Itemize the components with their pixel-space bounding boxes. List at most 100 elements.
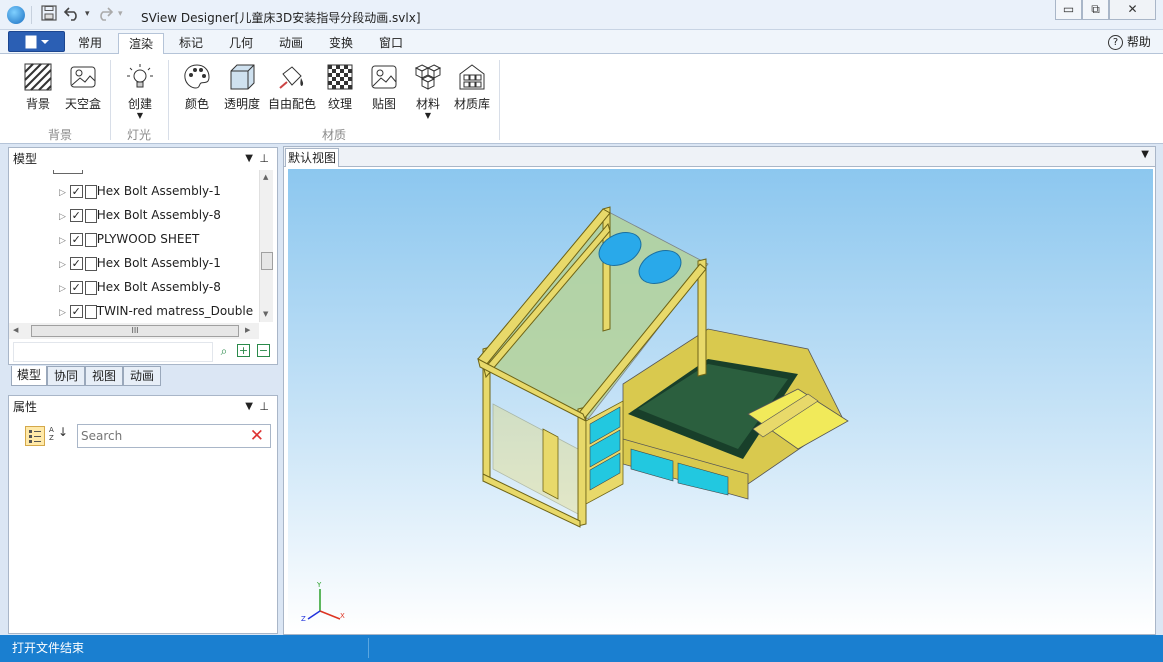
scroll-left-icon[interactable]: ◀ (13, 326, 18, 334)
expand-all-icon[interactable]: + (237, 344, 250, 357)
texture-button[interactable]: 纹理 (322, 62, 358, 112)
decal-button[interactable]: 贴图 (366, 62, 402, 112)
expand-arrow-icon[interactable]: ▷ (59, 284, 66, 294)
redo-icon[interactable] (96, 5, 114, 25)
checkbox[interactable]: ✓ (69, 281, 83, 294)
expand-arrow-icon[interactable]: ▷ (59, 188, 66, 198)
tab-collaboration[interactable]: 协同 (47, 366, 85, 386)
tab-default-view[interactable]: 默认视图 (285, 148, 340, 167)
find-icon[interactable]: ⌕ (217, 344, 231, 358)
tree-filter-input[interactable] (13, 342, 213, 362)
scroll-up-icon[interactable]: ▲ (263, 173, 268, 181)
tree-item-label: Hex Bolt Assembly-8 (96, 208, 221, 222)
axis-label-z: Z (301, 615, 306, 623)
categorized-icon[interactable] (25, 426, 45, 446)
file-menu-button[interactable] (8, 31, 65, 52)
tab-markup[interactable]: 标记 (168, 33, 214, 54)
viewport-tab-strip (284, 147, 1155, 167)
tree-item[interactable]: ▷ ✓ Hex Bolt Assembly-1 (59, 251, 221, 275)
tab-common[interactable]: 常用 (68, 33, 112, 54)
tab-animation-panel[interactable]: 动画 (123, 366, 161, 386)
tree-item[interactable]: ▷ ✓ Hex Bolt Assembly-8 (59, 275, 221, 299)
expand-arrow-icon[interactable]: ▷ (59, 260, 66, 270)
expand-arrow-icon[interactable]: ▷ (59, 308, 66, 318)
skybox-icon (68, 62, 98, 92)
tab-model[interactable]: 模型 (11, 366, 47, 386)
decal-label: 贴图 (371, 97, 396, 111)
pin-icon[interactable]: ⊥ (259, 148, 269, 170)
picture-icon (369, 62, 399, 92)
viewport-menu-icon[interactable]: ▼ (1141, 149, 1149, 160)
properties-panel-header: 属性 ▼ ⊥ (9, 396, 277, 418)
part-icon (84, 280, 97, 295)
undo-icon[interactable] (63, 5, 81, 25)
tab-render[interactable]: 渲染 (118, 33, 164, 55)
scroll-right-icon[interactable]: ▶ (245, 326, 250, 334)
tab-view[interactable]: 视图 (85, 366, 123, 386)
app-logo-icon[interactable] (7, 6, 25, 24)
color-button[interactable]: 颜色 (178, 62, 216, 112)
help-button[interactable]: ? 帮助 (1108, 33, 1151, 51)
status-bar: 打开文件结束 (0, 635, 1163, 662)
tab-transform[interactable]: 变换 (318, 33, 364, 54)
part-icon (84, 232, 97, 247)
restore-button[interactable]: ⧉ (1082, 0, 1109, 20)
free-coloring-button[interactable]: 自由配色 (266, 62, 318, 112)
checkbox[interactable]: ✓ (69, 209, 83, 222)
checkbox[interactable]: ✓ (69, 185, 83, 198)
part-icon (84, 304, 97, 319)
window-title: SView Designer[儿童床3D安装指导分段动画.svlx] (141, 11, 421, 25)
hatch-icon (23, 62, 53, 92)
tree-item[interactable]: ▷ ✓ TWIN-red matress_Double (59, 299, 253, 322)
expand-arrow-icon[interactable]: ▷ (59, 236, 66, 246)
pin-icon[interactable]: ⊥ (259, 396, 269, 418)
save-icon[interactable] (41, 5, 57, 25)
tab-geometry[interactable]: 几何 (218, 33, 264, 54)
h-scroll-thumb[interactable]: III (31, 325, 239, 337)
vertical-scrollbar[interactable]: ▲ ▼ (259, 170, 273, 322)
collapse-all-icon[interactable]: − (257, 344, 270, 357)
scroll-thumb[interactable] (261, 252, 273, 270)
clear-search-icon[interactable]: ✕ (250, 426, 264, 446)
model-panel-title: 模型 (13, 152, 38, 166)
panel-menu-icon[interactable]: ▼ (245, 148, 253, 170)
tree-item[interactable]: ▷ ✓ PLYWOOD SHEET (59, 227, 199, 251)
transparency-button[interactable]: 透明度 (222, 62, 262, 112)
tree-item[interactable]: ▷ ✓ Hex Bolt Assembly-8 (59, 203, 221, 227)
tree-item-label: Hex Bolt Assembly-1 (96, 256, 221, 270)
texture-label: 纹理 (327, 97, 352, 111)
expand-arrow-icon[interactable]: ▷ (59, 212, 66, 222)
redo-dropdown-icon[interactable]: ▾ (118, 9, 123, 19)
horizontal-scrollbar[interactable]: ◀ III ▶ (9, 323, 259, 339)
3d-viewport[interactable]: Y X Z (288, 169, 1153, 632)
scroll-down-icon[interactable]: ▼ (263, 310, 268, 318)
material-button[interactable]: 材料 ▼ (410, 62, 446, 120)
material-library-label: 材质库 (453, 97, 490, 111)
undo-dropdown-icon[interactable]: ▾ (85, 9, 90, 19)
tab-window[interactable]: 窗口 (368, 33, 414, 54)
group-label-material: 材质 (322, 128, 347, 142)
background-button[interactable]: 背景 (20, 62, 56, 112)
checkbox[interactable]: ✓ (69, 233, 83, 246)
color-label: 颜色 (184, 97, 209, 111)
panel-menu-icon[interactable]: ▼ (245, 396, 253, 418)
transparency-label: 透明度 (223, 97, 260, 111)
model-tree: ▷ ✓ Hex Bolt Assembly-1 ▷ ✓ Hex Bolt Assem… (9, 170, 259, 322)
material-library-button[interactable]: 材质库 (452, 62, 492, 112)
minimize-button[interactable]: ▭ (1055, 0, 1082, 20)
properties-search-input[interactable] (81, 427, 241, 445)
checkbox[interactable]: ✓ (69, 305, 83, 318)
properties-search-box[interactable]: ✕ (77, 424, 271, 448)
ribbon-tab-bar: 常用 渲染 标记 几何 动画 变换 窗口 ? 帮助 (0, 30, 1163, 55)
skybox-button[interactable]: 天空盒 (60, 62, 106, 112)
tree-item-label: Hex Bolt Assembly-8 (96, 280, 221, 294)
sort-alpha-icon[interactable]: A Z ↓ (49, 426, 68, 446)
close-button[interactable]: ✕ (1109, 0, 1156, 20)
tree-item-label: TWIN-red matress_Double (96, 304, 254, 318)
checkbox[interactable]: ✓ (69, 257, 83, 270)
tab-animation[interactable]: 动画 (268, 33, 314, 54)
light-bulb-icon (125, 62, 155, 92)
cubes-icon (413, 62, 443, 92)
tree-item[interactable]: ▷ ✓ Hex Bolt Assembly-1 (59, 179, 221, 203)
create-light-button[interactable]: 创建 ▼ (122, 62, 158, 120)
